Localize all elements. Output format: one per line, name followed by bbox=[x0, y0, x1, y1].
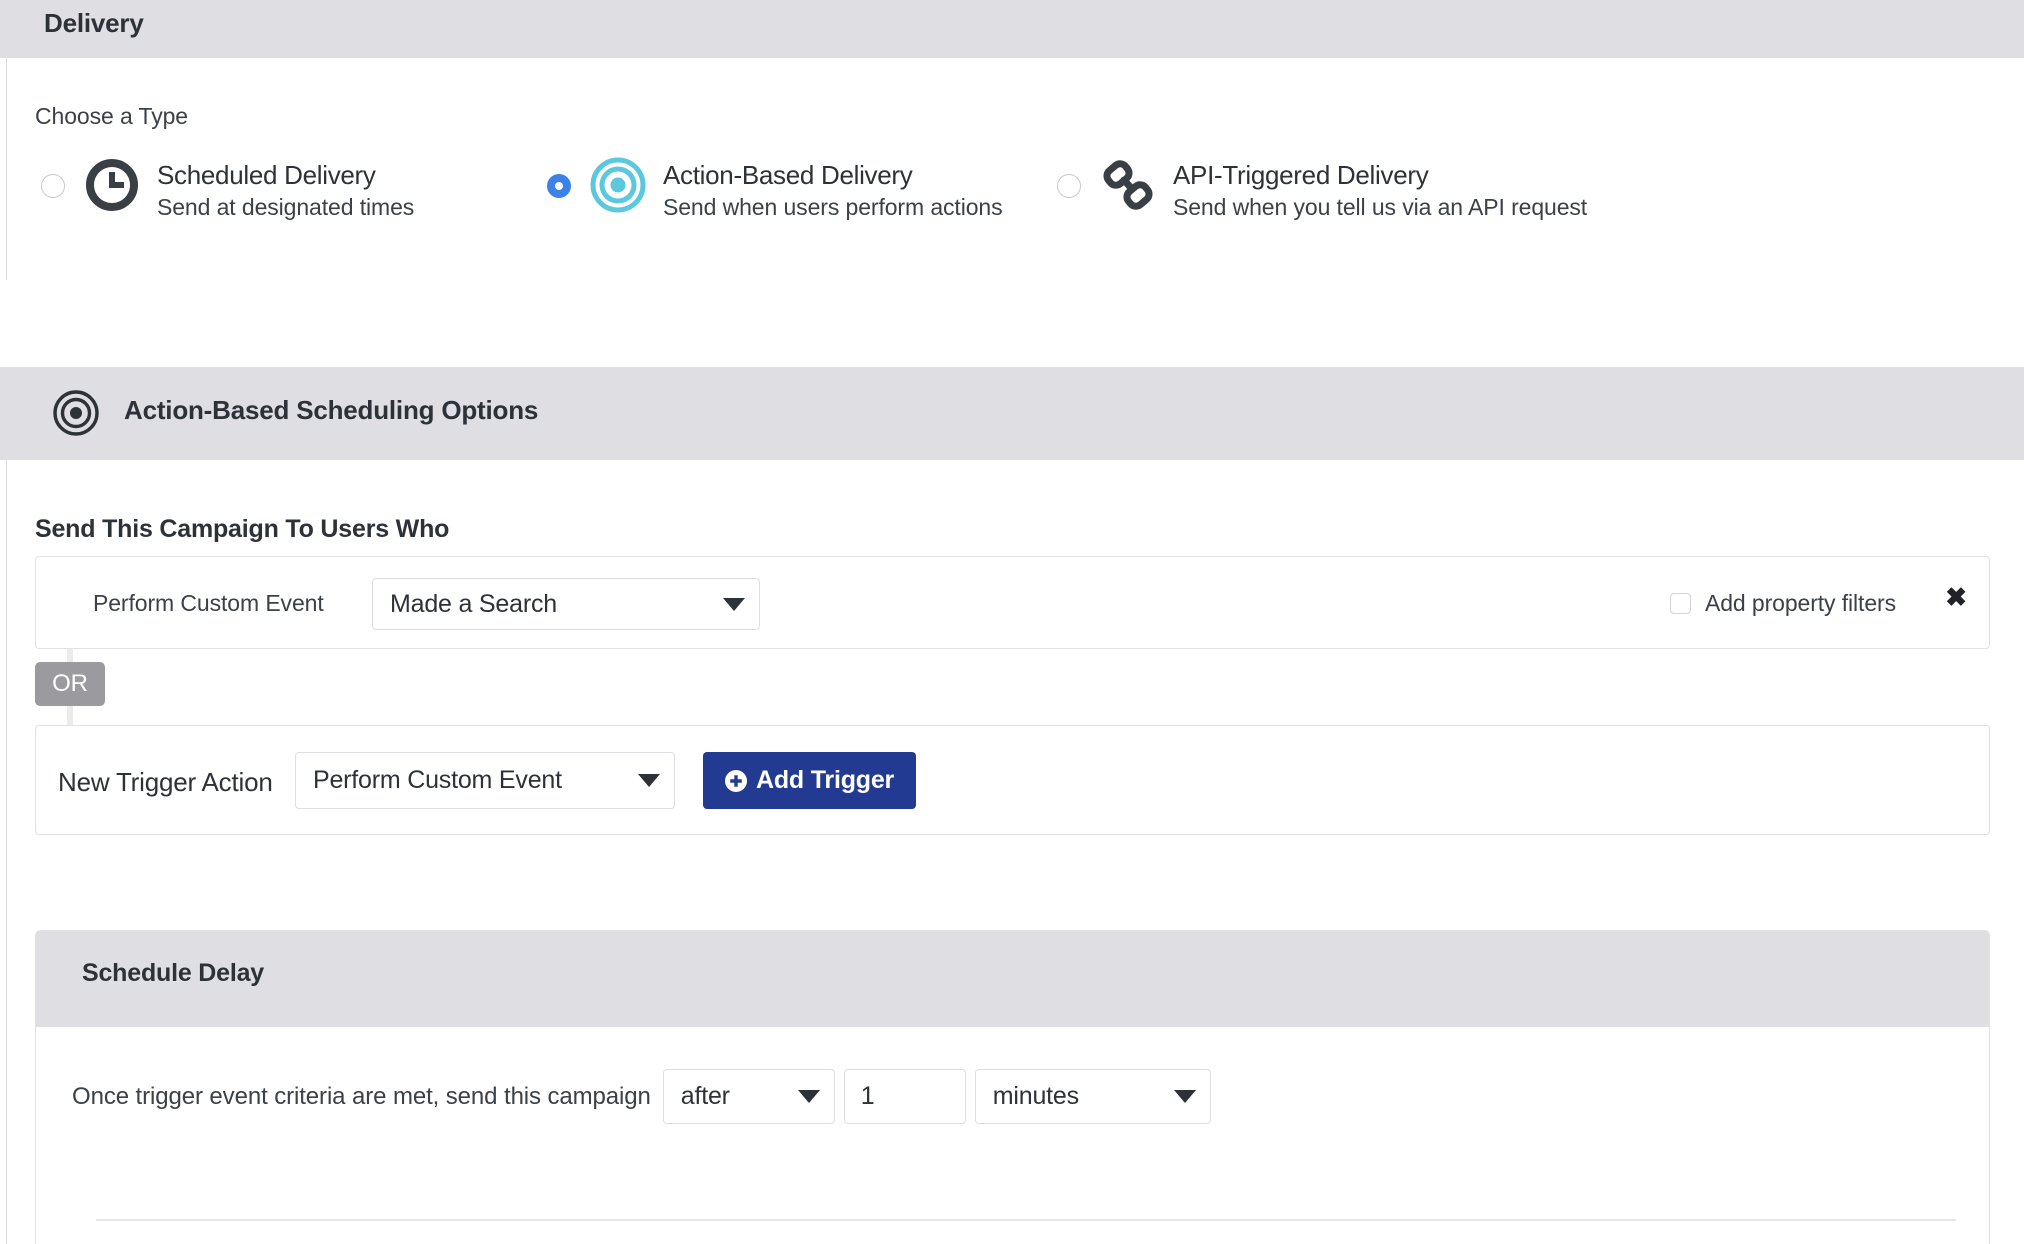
close-icon[interactable]: ✖ bbox=[1945, 582, 1967, 612]
trigger-row: Perform Custom Event Made a Search Add p… bbox=[35, 556, 1990, 649]
custom-event-select-value: Made a Search bbox=[390, 589, 557, 618]
schedule-delay-divider bbox=[96, 1219, 1956, 1221]
chevron-down-icon bbox=[1173, 1090, 1196, 1103]
delivery-type-title: API-Triggered Delivery bbox=[1173, 160, 1429, 190]
schedule-delay-row: Once trigger event criteria are met, sen… bbox=[72, 1069, 1211, 1124]
new-trigger-row: New Trigger Action Perform Custom Event … bbox=[35, 725, 1990, 835]
delivery-type-option-scheduled[interactable]: Scheduled Delivery Send at designated ti… bbox=[41, 156, 414, 223]
delay-unit-select[interactable]: minutes bbox=[974, 1069, 1211, 1124]
delivery-type-title: Action-Based Delivery bbox=[663, 160, 913, 190]
delivery-type-description: Send when you tell us via an API request bbox=[1173, 194, 1588, 220]
target-icon bbox=[52, 389, 100, 437]
delay-timing-select-value: after bbox=[680, 1082, 730, 1110]
delivery-type-title: Scheduled Delivery bbox=[157, 160, 376, 190]
custom-event-select[interactable]: Made a Search bbox=[372, 578, 760, 630]
radio-scheduled-delivery[interactable] bbox=[41, 174, 65, 198]
schedule-delay-panel: Schedule Delay Once trigger event criter… bbox=[35, 930, 1990, 1244]
choose-type-panel: Choose a Type Scheduled Delivery Send at… bbox=[6, 58, 2024, 280]
choose-type-label: Choose a Type bbox=[35, 103, 188, 129]
delivery-type-texts-scheduled: Scheduled Delivery Send at designated ti… bbox=[157, 156, 414, 223]
or-badge: OR bbox=[35, 662, 105, 706]
chain-link-icon bbox=[1099, 156, 1157, 214]
delivery-type-option-action-based[interactable]: Action-Based Delivery Send when users pe… bbox=[547, 156, 1003, 223]
delivery-type-option-api-triggered[interactable]: API-Triggered Delivery Send when you tel… bbox=[1057, 156, 1587, 223]
scheduling-options-body: Send This Campaign To Users Who Perform … bbox=[6, 460, 2024, 1244]
section-title: Action-Based Scheduling Options bbox=[124, 395, 539, 425]
target-icon bbox=[589, 156, 647, 214]
new-trigger-action-select-value: Perform Custom Event bbox=[313, 766, 562, 794]
page-title: Delivery bbox=[44, 8, 144, 38]
send-to-users-label: Send This Campaign To Users Who bbox=[35, 515, 450, 543]
add-property-filters-label: Add property filters bbox=[1704, 590, 1896, 616]
delay-timing-select[interactable]: after bbox=[662, 1069, 835, 1124]
new-trigger-action-label: New Trigger Action bbox=[58, 767, 273, 797]
delay-amount-input[interactable] bbox=[843, 1069, 966, 1124]
chevron-down-icon bbox=[723, 597, 745, 611]
chevron-down-icon bbox=[638, 774, 660, 787]
trigger-type-label: Perform Custom Event bbox=[93, 590, 324, 616]
delivery-type-description: Send when users perform actions bbox=[663, 194, 1003, 220]
add-trigger-button[interactable]: Add Trigger bbox=[703, 752, 917, 809]
action-based-scheduling-options-header: Action-Based Scheduling Options bbox=[0, 367, 2024, 460]
schedule-delay-sentence: Once trigger event criteria are met, sen… bbox=[72, 1082, 651, 1110]
schedule-delay-header: Schedule Delay bbox=[36, 931, 1989, 1027]
delay-unit-select-value: minutes bbox=[992, 1082, 1079, 1110]
add-property-filters-checkbox[interactable] bbox=[1669, 593, 1691, 614]
add-trigger-button-label: Add Trigger bbox=[756, 766, 895, 794]
delivery-type-description: Send at designated times bbox=[157, 194, 415, 220]
radio-action-based-delivery[interactable] bbox=[547, 174, 571, 198]
new-trigger-action-select[interactable]: Perform Custom Event bbox=[295, 752, 675, 809]
delivery-type-texts-action-based: Action-Based Delivery Send when users pe… bbox=[663, 156, 1003, 223]
add-property-filters-control[interactable]: Add property filters bbox=[1669, 590, 1896, 617]
radio-api-triggered-delivery[interactable] bbox=[1057, 174, 1081, 198]
delivery-section-header: Delivery bbox=[0, 0, 2024, 58]
delivery-type-texts-api-triggered: API-Triggered Delivery Send when you tel… bbox=[1173, 156, 1587, 223]
plus-circle-icon bbox=[725, 769, 747, 792]
chevron-down-icon bbox=[797, 1090, 820, 1103]
clock-icon bbox=[83, 156, 141, 214]
schedule-delay-title: Schedule Delay bbox=[82, 959, 265, 987]
